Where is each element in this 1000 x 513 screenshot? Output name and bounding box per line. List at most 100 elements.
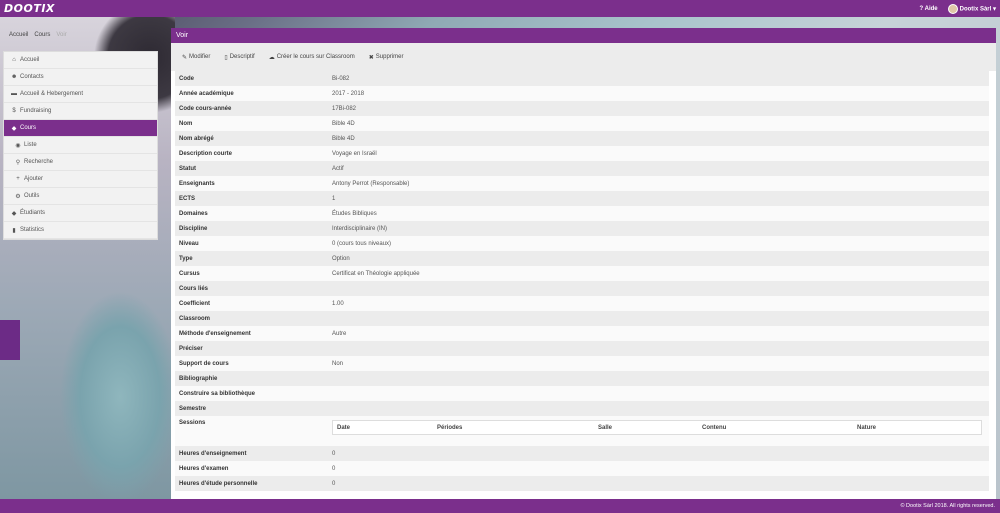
sidebar-item-label: Statistics — [20, 227, 45, 233]
sidebar-item-outils[interactable]: ⚙ Outils — [4, 188, 157, 205]
table-row: Heures d'enseignement 0 — [175, 446, 989, 461]
main-panel: Voir ✎ Modifier ▯ Descriptif ☁ Créer le cours… — [171, 28, 996, 503]
search-icon: ⚲ — [15, 159, 21, 166]
field-value: 0 — [332, 450, 336, 457]
bed-icon: ▬ — [11, 91, 17, 97]
sidebar-item-cours[interactable]: ◆ Cours — [4, 120, 157, 137]
column-header[interactable]: Contenu — [698, 425, 853, 431]
column-header[interactable]: Date — [333, 425, 433, 431]
sidebar-item-contacts[interactable]: ☻ Contacts — [4, 69, 157, 86]
details-table: Code Bi-082 Année académique 2017 - 2018 Cod… — [175, 71, 989, 491]
table-row: Description courte Voyage en Israël — [175, 146, 989, 161]
field-value: 1.00 — [332, 300, 344, 307]
sidebar: ⌂ Accueil ☻ Contacts ▬ Accueil & Hebergement $… — [3, 51, 158, 240]
gear-icon: ⚙ — [15, 193, 21, 200]
field-label: Nom abrégé — [179, 135, 214, 142]
user-menu[interactable]: Dootix Sàrl ▾ — [947, 3, 996, 14]
sidebar-item-accueil-hebergement[interactable]: ▬ Accueil & Hebergement — [4, 86, 157, 103]
help-link[interactable]: ? Aide — [919, 6, 937, 12]
field-label: Construire sa bibliothèque — [179, 390, 256, 397]
column-header[interactable]: Salle — [594, 425, 698, 431]
action-label: Descriptif — [229, 54, 255, 60]
table-row: Enseignants Antony Perrot (Responsable) — [175, 176, 989, 191]
field-label: Nom — [179, 120, 193, 127]
field-value: Option — [332, 255, 350, 262]
table-row: ECTS 1 — [175, 191, 989, 206]
field-label: Méthode d'enseignement — [179, 330, 251, 337]
table-row: Niveau 0 (cours tous niveaux) — [175, 236, 989, 251]
field-label: Heures d'examen — [179, 465, 229, 472]
sidebar-item-fundraising[interactable]: $ Fundraising — [4, 103, 157, 120]
table-row: Heures d'étude personnelle 0 — [175, 476, 989, 491]
breadcrumb: Accueil Cours Voir — [9, 32, 67, 38]
eye-icon: ◉ — [15, 142, 21, 149]
column-header[interactable]: Nature — [853, 425, 979, 431]
table-row: Préciser — [175, 341, 989, 356]
table-row: Heures d'examen 0 — [175, 461, 989, 476]
field-label: Statut — [179, 165, 196, 172]
top-navbar: DOOTIX ? Aide Dootix Sàrl ▾ — [0, 0, 1000, 17]
breadcrumb-cours[interactable]: Cours — [34, 32, 50, 38]
sidebar-item-label: Étudiants — [20, 210, 46, 216]
field-value: 1 — [332, 195, 336, 202]
cr-er-le-cours-sur-classroom-button[interactable]: ☁ Créer le cours sur Classroom — [269, 54, 355, 61]
sidebar-item-label: Ajouter — [24, 176, 44, 182]
field-value: 2017 - 2018 — [332, 90, 365, 97]
field-label: Niveau — [179, 240, 199, 247]
sidebar-item-recherche[interactable]: ⚲ Recherche — [4, 154, 157, 171]
field-label: Enseignants — [179, 180, 215, 187]
sidebar-item-liste[interactable]: ◉ Liste — [4, 137, 157, 154]
avatar — [947, 3, 958, 14]
breadcrumb-home[interactable]: Accueil — [9, 32, 28, 38]
descriptif-button[interactable]: ▯ Descriptif — [224, 54, 254, 61]
field-label: Cursus — [179, 270, 200, 277]
supprimer-button[interactable]: ✖ Supprimer — [369, 54, 404, 61]
home-icon: ⌂ — [12, 57, 16, 63]
field-value: Non — [332, 360, 344, 367]
sidebar-item--tudiants[interactable]: ◆ Étudiants — [4, 205, 157, 222]
caret-down-icon: ▾ — [992, 6, 996, 13]
sidebar-item-label: Recherche — [24, 159, 54, 165]
field-label: Semestre — [179, 405, 207, 412]
panel-header: Voir — [171, 28, 996, 43]
help-label: Aide — [924, 5, 938, 12]
field-value: Autre — [332, 330, 347, 337]
sidebar-item-ajouter[interactable]: + Ajouter — [4, 171, 157, 188]
users-icon: ☻ — [11, 74, 18, 80]
dollar-icon: $ — [12, 108, 16, 114]
field-value: 0 — [332, 465, 336, 472]
field-label: Coefficient — [179, 300, 211, 307]
table-row: Année académique 2017 - 2018 — [175, 86, 989, 101]
table-row: Nom Bible 4D — [175, 116, 989, 131]
sidebar-item-label: Outils — [24, 193, 40, 199]
field-value: Voyage en Israël — [332, 150, 377, 157]
edit-icon: ✎ — [182, 54, 188, 61]
modifier-button[interactable]: ✎ Modifier — [182, 54, 210, 61]
field-value: 0 (cours tous niveaux) — [332, 240, 392, 247]
action-toolbar: ✎ Modifier ▯ Descriptif ☁ Créer le cours sur … — [171, 43, 996, 71]
table-row: Bibliographie — [175, 371, 989, 386]
sidebar-item-label: Liste — [24, 142, 37, 148]
sidebar-item-label: Contacts — [20, 74, 44, 80]
breadcrumb-current: Voir — [56, 32, 67, 38]
panel-title: Voir — [176, 32, 189, 39]
field-value: 17Bi-082 — [332, 105, 357, 112]
table-row: Classroom — [175, 311, 989, 326]
field-label: Code — [179, 75, 194, 82]
column-header[interactable]: Périodes — [433, 425, 594, 431]
table-row: Nom abrégé Bible 4D — [175, 131, 989, 146]
table-row: Construire sa bibliothèque — [175, 386, 989, 401]
graduation-cap-icon: ◆ — [11, 210, 17, 217]
field-label: Description courte — [179, 150, 233, 157]
table-row: Cursus Certificat en Théologie appliquée — [175, 266, 989, 281]
field-value: Interdisciplinaire (IN) — [332, 225, 388, 232]
action-label: Créer le cours sur Classroom — [276, 54, 355, 60]
sidebar-item-label: Accueil — [20, 57, 40, 63]
sidebar-item-statistics[interactable]: ▮ Statistics — [4, 222, 157, 239]
app-logo[interactable]: DOOTIX — [4, 2, 55, 15]
sessions-table-header: Date Périodes Salle Contenu Nature — [332, 420, 982, 435]
table-row: Domaines Études Bibliques — [175, 206, 989, 221]
sidebar-item-accueil[interactable]: ⌂ Accueil — [4, 52, 157, 69]
plus-icon: + — [16, 176, 20, 182]
field-label: Support de cours — [179, 360, 229, 367]
